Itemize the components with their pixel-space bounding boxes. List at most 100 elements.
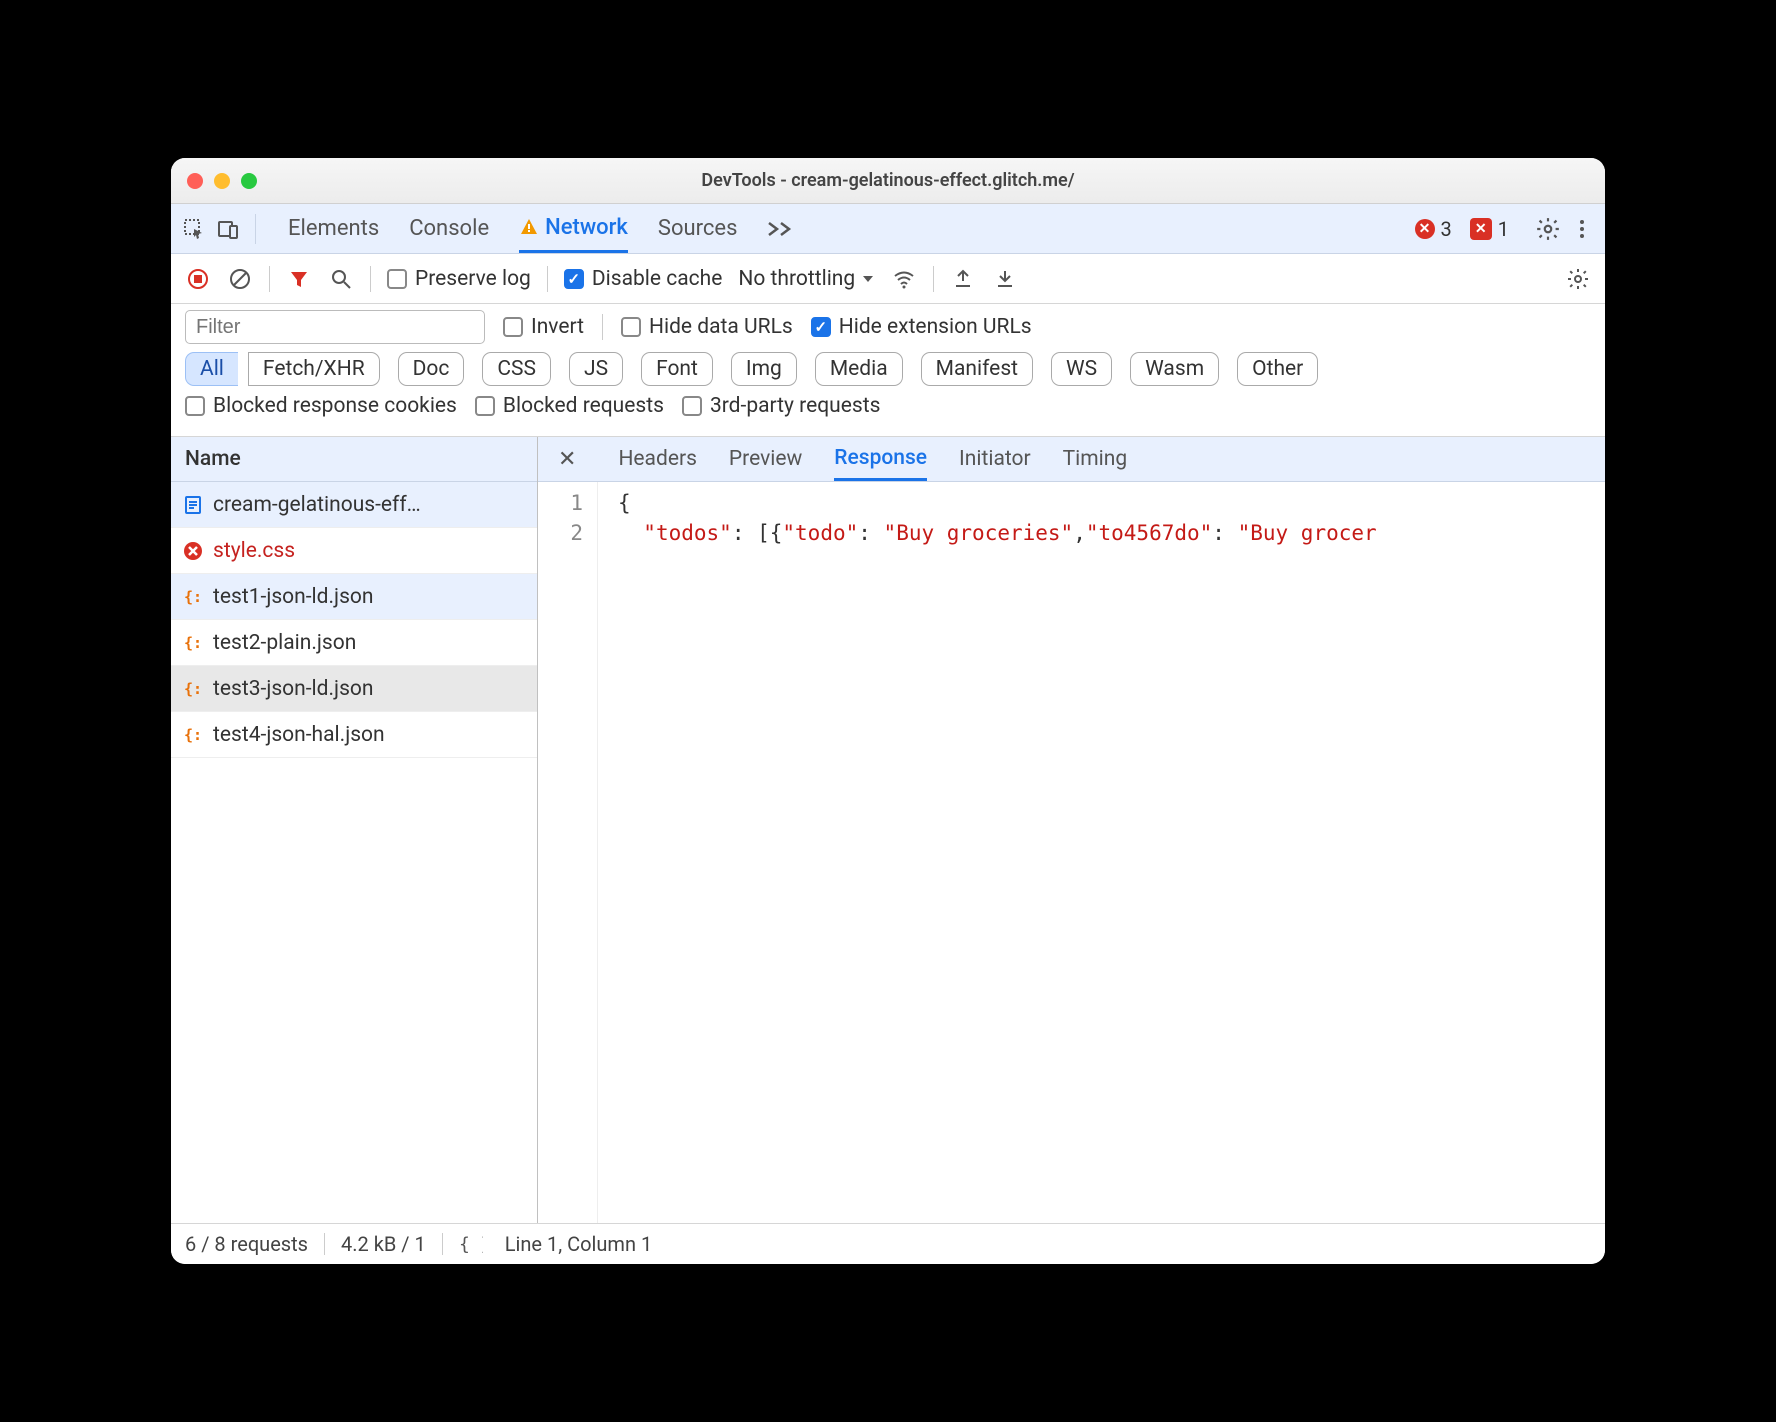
divider (324, 1233, 325, 1255)
status-transfer: 4.2 kB / 1 (341, 1232, 426, 1256)
type-pill-manifest[interactable]: Manifest (921, 352, 1033, 386)
disable-cache-checkbox[interactable]: Disable cache (564, 267, 723, 291)
request-name: test2-plain.json (213, 631, 356, 655)
maximize-window-button[interactable] (241, 173, 257, 189)
json-icon: {:} (183, 587, 203, 607)
devtools-window: DevTools - cream-gelatinous-effect.glitc… (171, 158, 1605, 1264)
type-pill-fetchxhr[interactable]: Fetch/XHR (248, 352, 380, 386)
invert-label: Invert (531, 315, 584, 339)
divider (442, 1233, 443, 1255)
checkbox-icon (811, 317, 831, 337)
request-name: style.css (213, 539, 295, 563)
window-title: DevTools - cream-gelatinous-effect.glitc… (171, 170, 1605, 191)
import-har-icon[interactable] (950, 266, 976, 292)
divider (547, 266, 548, 292)
tab-elements[interactable]: Elements (288, 204, 379, 253)
status-requests: 6 / 8 requests (185, 1232, 308, 1256)
inspect-element-icon[interactable] (181, 216, 207, 242)
request-row[interactable]: {:} test2-plain.json (171, 620, 537, 666)
type-pill-other[interactable]: Other (1237, 352, 1318, 386)
divider (255, 214, 256, 244)
json-icon: {:} (183, 633, 203, 653)
panel-tab-strip: Elements Console Network Sources ✕ 3 ✕ 1 (171, 204, 1605, 254)
svg-text:{ }: { } (459, 1234, 483, 1254)
request-row[interactable]: cream-gelatinous-eff… (171, 482, 537, 528)
pretty-print-icon[interactable]: { } (459, 1234, 483, 1254)
type-pill-all[interactable]: All (185, 352, 238, 386)
filter-input[interactable] (185, 310, 485, 344)
detail-tabs: ✕ Headers Preview Response Initiator Tim… (538, 437, 1605, 482)
tab-network[interactable]: Network (519, 204, 628, 253)
network-toolbar: Preserve log Disable cache No throttling (171, 254, 1605, 304)
record-button[interactable] (185, 266, 211, 292)
preserve-log-checkbox[interactable]: Preserve log (387, 267, 531, 291)
request-name: test4-json-hal.json (213, 723, 385, 747)
svg-text:{:}: {:} (184, 588, 203, 606)
tab-sources[interactable]: Sources (658, 204, 738, 253)
request-list-header[interactable]: Name (171, 437, 537, 482)
export-har-icon[interactable] (992, 266, 1018, 292)
detail-tab-response[interactable]: Response (834, 437, 927, 481)
detail-tab-timing[interactable]: Timing (1063, 437, 1128, 481)
request-row[interactable]: style.css (171, 528, 537, 574)
type-pill-js[interactable]: JS (569, 352, 623, 386)
network-settings-icon[interactable] (1565, 266, 1591, 292)
request-detail: ✕ Headers Preview Response Initiator Tim… (538, 437, 1605, 1223)
type-pill-font[interactable]: Font (641, 352, 713, 386)
hide-ext-urls-checkbox[interactable]: Hide extension URLs (811, 315, 1032, 339)
request-row[interactable]: {:}test3-json-ld.json (171, 666, 537, 712)
blocked-cookies-checkbox[interactable]: Blocked response cookies (185, 394, 457, 418)
type-pill-img[interactable]: Img (731, 352, 797, 386)
close-window-button[interactable] (187, 173, 203, 189)
svg-text:{:}: {:} (184, 634, 203, 652)
tab-network-label: Network (545, 215, 628, 240)
response-code: { "todos": [{"todo": "Buy groceries","to… (598, 482, 1605, 1223)
invert-checkbox[interactable]: Invert (503, 315, 584, 339)
more-tabs-button[interactable] (767, 204, 793, 253)
divider (602, 314, 603, 340)
blocked-requests-checkbox[interactable]: Blocked requests (475, 394, 664, 418)
detail-tab-initiator[interactable]: Initiator (959, 437, 1031, 481)
network-conditions-icon[interactable] (891, 266, 917, 292)
request-name: cream-gelatinous-eff… (213, 493, 421, 517)
status-cursor: Line 1, Column 1 (505, 1232, 652, 1256)
hide-data-urls-checkbox[interactable]: Hide data URLs (621, 315, 793, 339)
type-pill-css[interactable]: CSS (482, 352, 551, 386)
blocked-cookies-label: Blocked response cookies (213, 394, 457, 418)
clear-button[interactable] (227, 266, 253, 292)
settings-icon[interactable] (1535, 216, 1561, 242)
third-party-label: 3rd-party requests (710, 394, 880, 418)
minimize-window-button[interactable] (214, 173, 230, 189)
filter-icon[interactable] (286, 266, 312, 292)
type-pill-wasm[interactable]: Wasm (1130, 352, 1219, 386)
checkbox-icon (621, 317, 641, 337)
chevron-down-icon (861, 272, 875, 286)
request-row[interactable]: {:}test4-json-hal.json (171, 712, 537, 758)
detail-tab-preview[interactable]: Preview (729, 437, 802, 481)
tab-console[interactable]: Console (409, 204, 489, 253)
error-count-badge[interactable]: ✕ 3 (1415, 217, 1452, 241)
issues-count-badge[interactable]: ✕ 1 (1470, 217, 1509, 241)
device-toolbar-icon[interactable] (215, 216, 241, 242)
type-pill-doc[interactable]: Doc (398, 352, 465, 386)
close-detail-button[interactable]: ✕ (548, 447, 586, 472)
network-main: Name cream-gelatinous-eff…style.css{:}te… (171, 437, 1605, 1224)
kebab-menu-icon[interactable] (1569, 216, 1595, 242)
type-pill-ws[interactable]: WS (1051, 352, 1112, 386)
search-icon[interactable] (328, 266, 354, 292)
checkbox-icon (503, 317, 523, 337)
third-party-checkbox[interactable]: 3rd-party requests (682, 394, 880, 418)
type-pill-media[interactable]: Media (815, 352, 903, 386)
detail-tab-headers[interactable]: Headers (618, 437, 696, 481)
issues-icon: ✕ (1470, 218, 1492, 240)
doc-icon (183, 495, 203, 515)
checkbox-icon (682, 396, 702, 416)
preserve-log-label: Preserve log (415, 267, 531, 291)
svg-text:{:}: {:} (184, 680, 203, 698)
response-body[interactable]: 12 { "todos": [{"todo": "Buy groceries",… (538, 482, 1605, 1223)
issues-count: 1 (1498, 217, 1509, 241)
divider (933, 266, 934, 292)
throttling-select[interactable]: No throttling (738, 267, 875, 291)
json-icon: {:} (183, 679, 203, 699)
request-row[interactable]: {:}test1-json-ld.json (171, 574, 537, 620)
